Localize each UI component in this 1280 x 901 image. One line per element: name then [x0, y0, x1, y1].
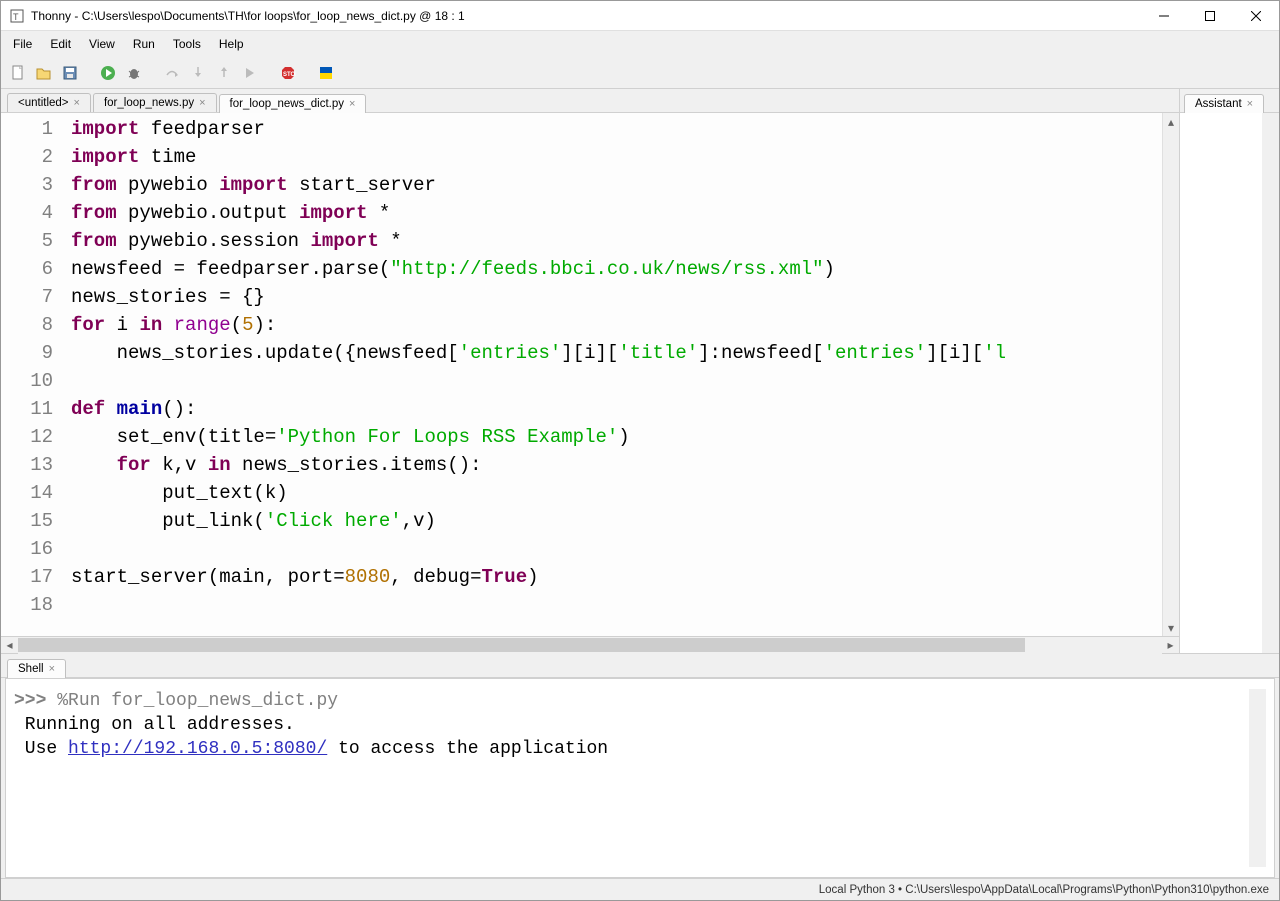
assistant-panel: Assistant × — [1179, 89, 1279, 653]
close-icon[interactable]: × — [74, 97, 80, 109]
stop-icon[interactable]: STOP — [277, 62, 299, 84]
close-icon[interactable]: × — [1247, 98, 1253, 110]
shell-line: Running on all addresses. — [14, 715, 295, 735]
editor-tabs: <untitled> × for_loop_news.py × for_loop_n… — [1, 89, 1179, 113]
step-out-icon[interactable] — [213, 62, 235, 84]
shell-prompt: >>> — [14, 691, 57, 711]
shell-line: Use — [14, 739, 68, 759]
menu-help[interactable]: Help — [211, 33, 252, 55]
titlebar: T Thonny - C:\Users\lespo\Documents\TH\f… — [1, 1, 1279, 31]
shell-output[interactable]: >>> %Run for_loop_news_dict.py Running o… — [14, 689, 1249, 867]
new-file-icon[interactable] — [7, 62, 29, 84]
close-icon[interactable]: × — [349, 98, 355, 110]
menubar: File Edit View Run Tools Help — [1, 31, 1279, 57]
toolbar: STOP — [1, 57, 1279, 89]
scroll-up-icon[interactable]: ▴ — [1163, 113, 1180, 130]
open-file-icon[interactable] — [33, 62, 55, 84]
flag-icon[interactable] — [315, 62, 337, 84]
tab-label: Assistant — [1195, 98, 1242, 110]
code-editor[interactable]: import feedparserimport timefrom pywebio… — [67, 113, 1162, 636]
app-icon: T — [9, 8, 25, 24]
tab-assistant[interactable]: Assistant × — [1184, 94, 1264, 113]
scrollbar-thumb[interactable] — [18, 638, 1025, 652]
debug-icon[interactable] — [123, 62, 145, 84]
tab-label: Shell — [18, 663, 44, 675]
resume-icon[interactable] — [239, 62, 261, 84]
assistant-scrollbar[interactable] — [1262, 113, 1279, 653]
maximize-button[interactable] — [1187, 1, 1233, 31]
scroll-down-icon[interactable]: ▾ — [1163, 619, 1180, 636]
close-icon[interactable]: × — [49, 663, 55, 675]
editor-body: 123456789101112131415161718 import feedp… — [1, 113, 1179, 636]
shell-link[interactable]: http://192.168.0.5:8080/ — [68, 739, 327, 759]
shell-line: to access the application — [327, 739, 608, 759]
minimize-button[interactable] — [1141, 1, 1187, 31]
menu-tools[interactable]: Tools — [165, 33, 209, 55]
tab-for-loop-news-dict[interactable]: for_loop_news_dict.py × — [219, 94, 367, 113]
menu-file[interactable]: File — [5, 33, 40, 55]
line-gutter: 123456789101112131415161718 — [1, 113, 67, 636]
tab-label: for_loop_news.py — [104, 97, 194, 109]
menu-run[interactable]: Run — [125, 33, 163, 55]
shell-body[interactable]: >>> %Run for_loop_news_dict.py Running o… — [5, 678, 1275, 878]
tab-shell[interactable]: Shell × — [7, 659, 66, 678]
statusbar: Local Python 3 • C:\Users\lespo\AppData\… — [1, 878, 1279, 900]
editor-vertical-scrollbar[interactable]: ▴ ▾ — [1162, 113, 1179, 636]
editor-panel: <untitled> × for_loop_news.py × for_loop_n… — [1, 89, 1179, 653]
shell-panel: Shell × >>> %Run for_loop_news_dict.py Ru… — [1, 653, 1279, 878]
main-area: <untitled> × for_loop_news.py × for_loop_n… — [1, 89, 1279, 653]
save-file-icon[interactable] — [59, 62, 81, 84]
shell-scrollbar[interactable] — [1249, 689, 1266, 867]
step-into-icon[interactable] — [187, 62, 209, 84]
menu-view[interactable]: View — [81, 33, 123, 55]
window-title: Thonny - C:\Users\lespo\Documents\TH\for… — [31, 9, 1141, 23]
step-over-icon[interactable] — [161, 62, 183, 84]
svg-text:STOP: STOP — [283, 72, 296, 78]
tab-label: <untitled> — [18, 97, 69, 109]
shell-command: %Run for_loop_news_dict.py — [57, 691, 338, 711]
menu-edit[interactable]: Edit — [42, 33, 79, 55]
close-icon[interactable]: × — [199, 97, 205, 109]
editor-horizontal-scrollbar[interactable]: ◂ ▸ — [1, 636, 1179, 653]
tab-for-loop-news[interactable]: for_loop_news.py × — [93, 93, 217, 112]
tab-untitled[interactable]: <untitled> × — [7, 93, 91, 112]
scroll-right-icon[interactable]: ▸ — [1162, 637, 1179, 654]
run-icon[interactable] — [97, 62, 119, 84]
status-interpreter[interactable]: Local Python 3 • C:\Users\lespo\AppData\… — [819, 884, 1269, 896]
tab-label: for_loop_news_dict.py — [230, 98, 344, 110]
scroll-left-icon[interactable]: ◂ — [1, 637, 18, 654]
assistant-body — [1180, 113, 1262, 653]
close-button[interactable] — [1233, 1, 1279, 31]
svg-text:T: T — [13, 12, 19, 22]
